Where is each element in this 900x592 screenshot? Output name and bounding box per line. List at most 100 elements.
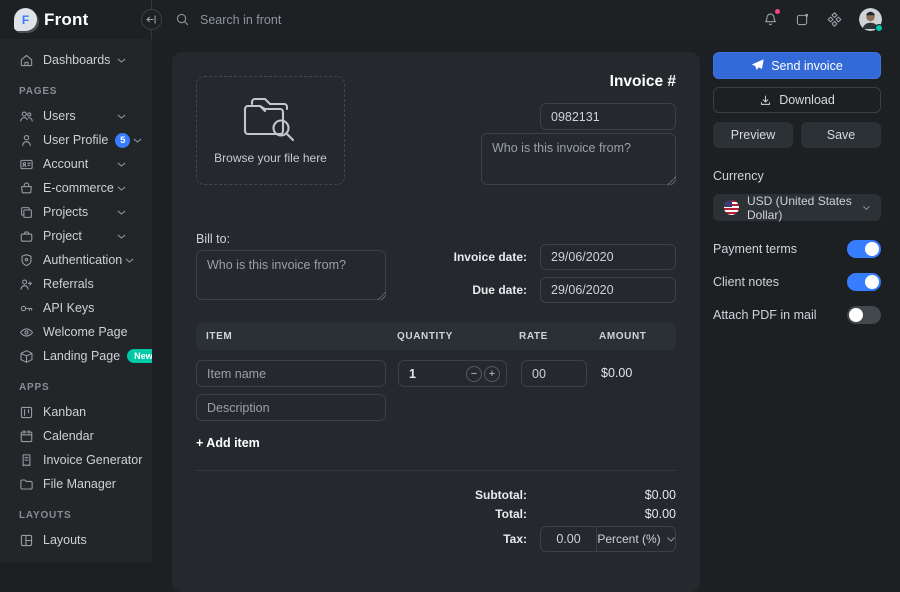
toggle-knob <box>849 308 863 322</box>
download-button[interactable]: Download <box>713 87 881 113</box>
bill-to-label: Bill to: <box>196 232 230 246</box>
sidebar-item-label: Authentication <box>43 253 122 267</box>
chevron-down-icon <box>114 181 129 196</box>
items-table-header: ITEM QUANTITY RATE AMOUNT <box>196 323 676 350</box>
briefcase-icon <box>19 229 34 244</box>
calendar-icon <box>19 429 34 444</box>
currency-select[interactable]: USD (United States Dollar) <box>713 194 881 221</box>
send-invoice-button[interactable]: Send invoice <box>713 52 881 79</box>
id-card-icon <box>19 157 34 172</box>
preview-button[interactable]: Preview <box>713 122 793 148</box>
landing-page-new-badge: New <box>127 349 152 363</box>
quantity-input[interactable] <box>399 361 454 386</box>
chevron-down-icon <box>114 109 129 124</box>
shop-basket-icon <box>19 181 34 196</box>
sidebar-item-ecommerce[interactable]: E-commerce <box>0 176 152 200</box>
save-button[interactable]: Save <box>801 122 881 148</box>
sidebar-item-referrals[interactable]: Referrals <box>0 272 152 296</box>
launcher-button[interactable] <box>795 12 810 27</box>
quantity-increase-button[interactable]: + <box>484 366 500 382</box>
add-item-link[interactable]: + Add item <box>196 436 260 450</box>
sidebar-item-dashboards[interactable]: Dashboards <box>0 48 152 72</box>
sidebar-nav: Dashboards PAGES Users User Profile 5 Ac… <box>0 39 152 562</box>
user-profile-count-badge: 5 <box>115 133 130 148</box>
item-name-input[interactable] <box>196 360 386 387</box>
due-date-input[interactable] <box>540 277 676 303</box>
tax-unit-value: Percent (%) <box>597 532 660 546</box>
toggle-knob <box>865 275 879 289</box>
currency-label: Currency <box>713 169 881 183</box>
col-header-amount: AMOUNT <box>599 331 646 342</box>
total-value: $0.00 <box>566 507 676 521</box>
online-status-dot <box>875 24 883 32</box>
sidebar-section-layouts: LAYOUTS <box>0 510 152 521</box>
person-plus-icon <box>19 277 34 292</box>
subtotal-label: Subtotal: <box>417 488 527 502</box>
sidebar-section-apps: APPS <box>0 382 152 393</box>
sidebar-item-layouts[interactable]: Layouts <box>0 528 152 552</box>
logo-upload-dropzone[interactable]: Browse your file here <box>196 76 345 185</box>
client-notes-toggle[interactable] <box>847 273 881 291</box>
sidebar-item-landing-page[interactable]: Landing Page New <box>0 344 152 368</box>
sidebar-item-label: Welcome Page <box>43 325 128 339</box>
sidebar-item-label: Users <box>43 109 76 123</box>
sidebar-item-file-manager[interactable]: File Manager <box>0 472 152 496</box>
sidebar-item-account[interactable]: Account <box>0 152 152 176</box>
chevron-down-icon <box>122 253 137 268</box>
chevron-down-icon <box>667 537 675 542</box>
bill-to-textarea[interactable] <box>196 250 386 300</box>
col-header-quantity: QUANTITY <box>397 331 453 342</box>
sidebar-item-calendar[interactable]: Calendar <box>0 424 152 448</box>
receipt-icon <box>19 453 34 468</box>
sidebar-item-label: E-commerce <box>43 181 114 195</box>
user-avatar[interactable] <box>859 8 882 31</box>
invoice-date-input[interactable] <box>540 244 676 270</box>
invoice-from-textarea[interactable] <box>481 133 676 185</box>
sidebar-item-label: API Keys <box>43 301 94 315</box>
payment-terms-toggle[interactable] <box>847 240 881 258</box>
rate-input[interactable] <box>521 360 587 387</box>
notification-dot <box>774 8 781 15</box>
chevron-down-icon <box>114 229 129 244</box>
invoice-date-label: Invoice date: <box>417 250 527 264</box>
package-icon <box>19 349 34 364</box>
tax-unit-select[interactable]: Percent (%) <box>596 526 676 552</box>
totals-divider <box>196 470 676 471</box>
sidebar-collapse-button[interactable] <box>141 9 162 30</box>
sidebar-item-api-keys[interactable]: API Keys <box>0 296 152 320</box>
sidebar-item-users[interactable]: Users <box>0 104 152 128</box>
payment-terms-label: Payment terms <box>713 242 797 256</box>
sidebar-item-project[interactable]: Project <box>0 224 152 248</box>
apps-menu-button[interactable] <box>827 12 842 27</box>
notifications-button[interactable] <box>763 12 778 27</box>
sidebar-item-authentication[interactable]: Authentication <box>0 248 152 272</box>
stacked-pages-icon <box>19 205 34 220</box>
tax-input[interactable] <box>540 526 596 552</box>
sidebar-item-user-profile[interactable]: User Profile 5 <box>0 128 152 152</box>
payment-terms-row: Payment terms <box>713 240 881 258</box>
sidebar-item-invoice-generator[interactable]: Invoice Generator <box>0 448 152 472</box>
chevron-down-icon <box>114 157 129 172</box>
sidebar-item-label: Invoice Generator <box>43 453 142 467</box>
invoice-actions-panel: Send invoice Download Preview Save Curre… <box>713 52 881 324</box>
sidebar-item-kanban[interactable]: Kanban <box>0 400 152 424</box>
search-input[interactable] <box>200 13 500 27</box>
global-search[interactable] <box>175 12 763 27</box>
total-label: Total: <box>417 507 527 521</box>
attach-pdf-toggle[interactable] <box>847 306 881 324</box>
collapse-arrow-icon <box>144 12 159 27</box>
navbar-actions <box>763 8 900 31</box>
sidebar-item-label: Referrals <box>43 277 94 291</box>
sidebar-item-label: Layouts <box>43 533 87 547</box>
sidebar-item-welcome-page[interactable]: Welcome Page <box>0 320 152 344</box>
item-description-input[interactable] <box>196 394 386 421</box>
invoice-builder-card: Browse your file here Invoice # Bill to:… <box>172 52 700 592</box>
quantity-decrease-button[interactable]: − <box>466 366 482 382</box>
invoice-number-input[interactable] <box>540 103 676 130</box>
sidebar-item-projects[interactable]: Projects <box>0 200 152 224</box>
brand-name: Front <box>44 10 88 30</box>
sidebar-item-label: User Profile <box>43 133 108 147</box>
sidebar-section-pages: PAGES <box>0 86 152 97</box>
upload-label: Browse your file here <box>214 151 327 165</box>
quantity-stepper: − + <box>398 360 507 387</box>
